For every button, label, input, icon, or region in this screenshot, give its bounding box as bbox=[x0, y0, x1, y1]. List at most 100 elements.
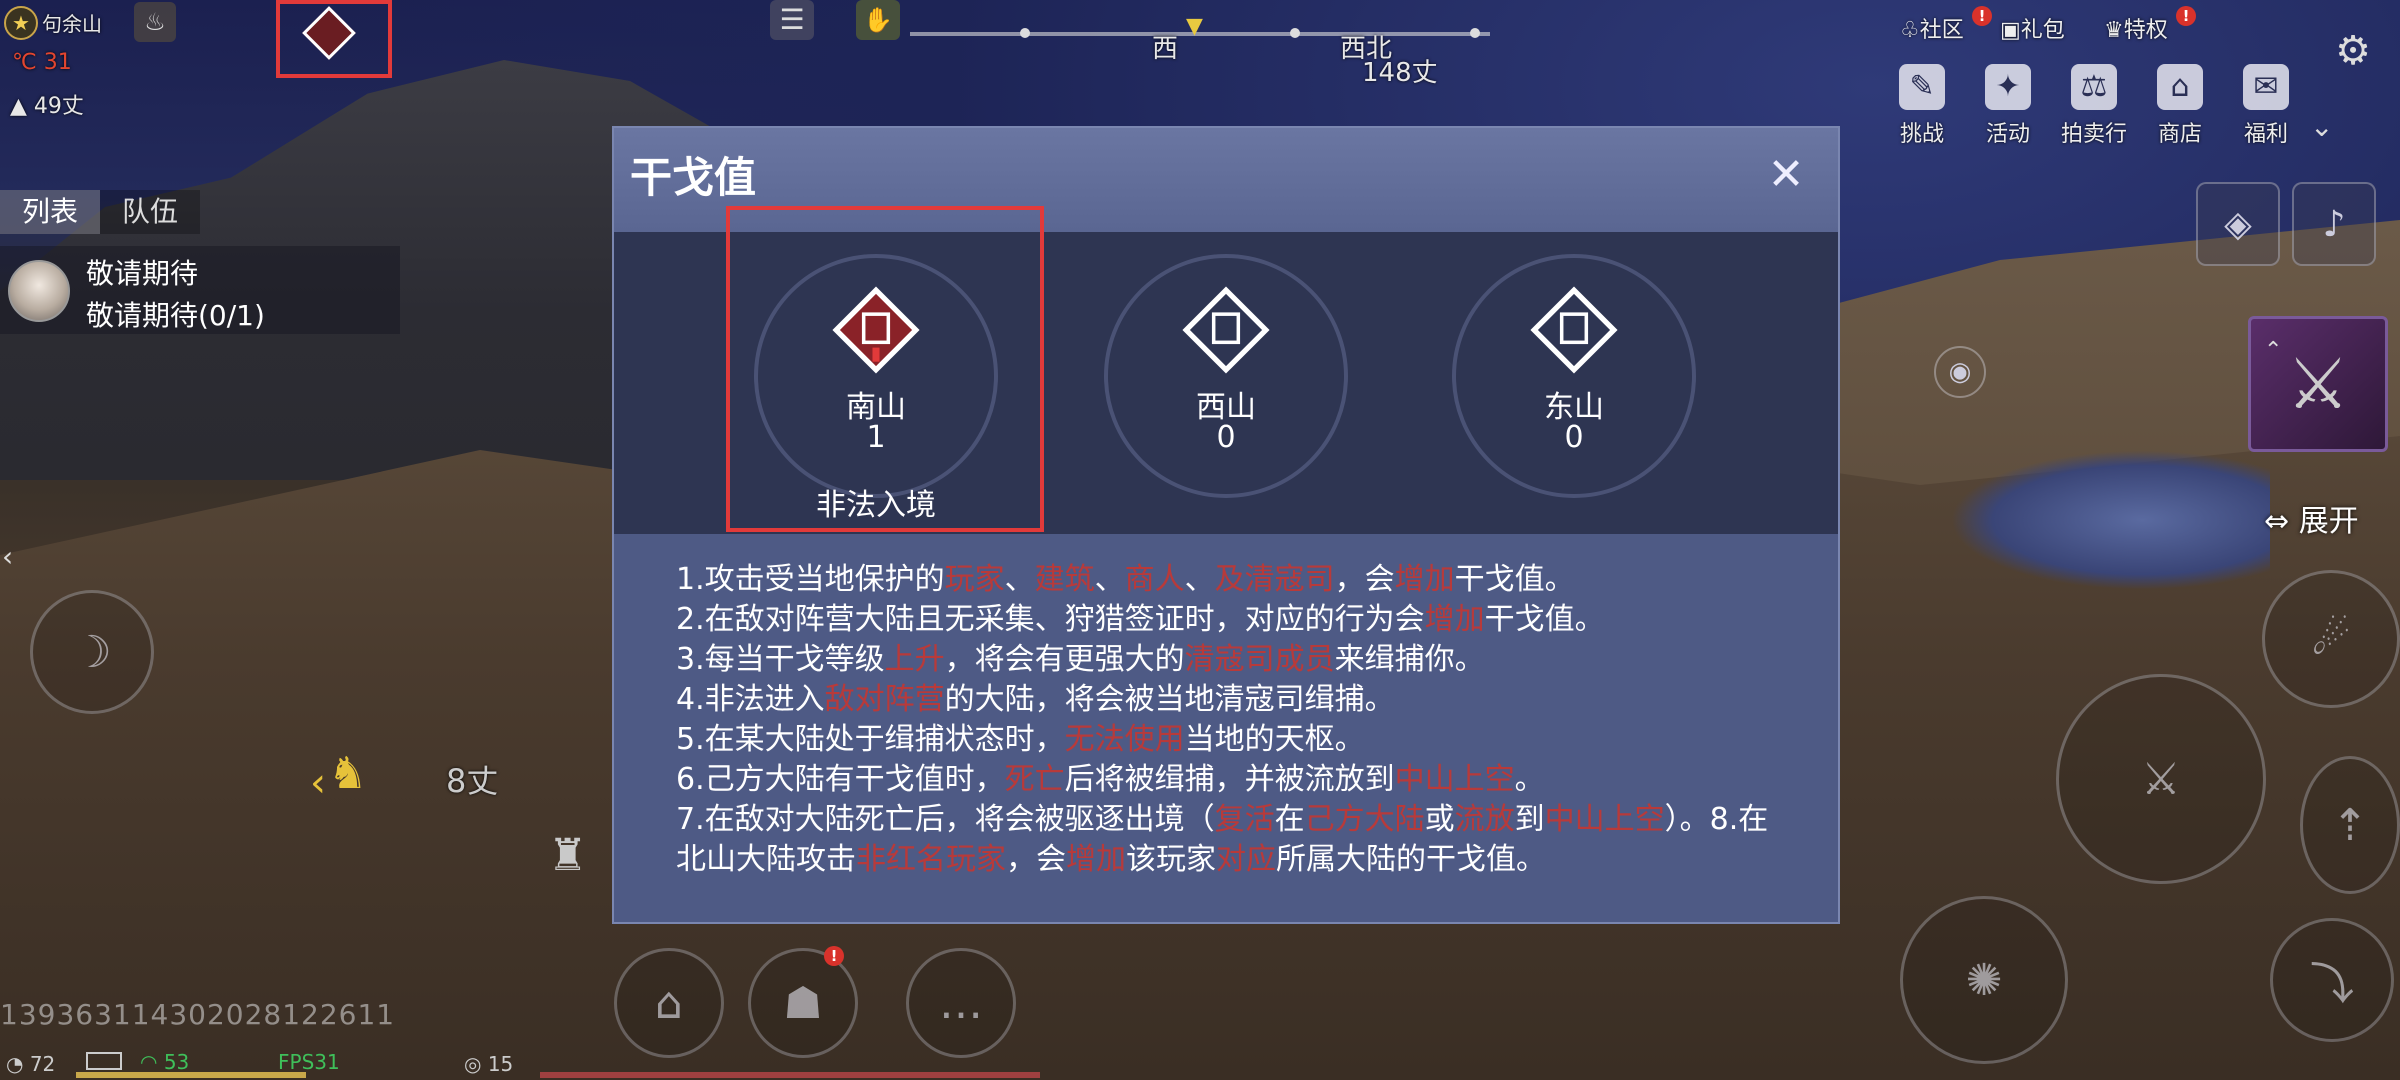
rule-line: 7.在敌对大陆死亡后，将会被驱逐出境（复活在己方大陆或流放到中山上空）。8.在北… bbox=[676, 800, 1786, 880]
whistle-icon[interactable]: ♪ bbox=[2292, 182, 2376, 266]
attack-button[interactable]: ⚔ bbox=[2056, 674, 2266, 884]
shop-icon: ⌂ bbox=[2157, 64, 2203, 110]
rule-text: 干戈值。 bbox=[1454, 562, 1575, 597]
highlight-term: 无法使用 bbox=[1064, 722, 1185, 757]
weapon-slot[interactable]: ⚔ bbox=[2248, 316, 2388, 452]
menu-shop[interactable]: ⌂ 商店 bbox=[2140, 64, 2220, 148]
stamina-bar bbox=[76, 1072, 306, 1078]
rule-text: 到 bbox=[1514, 802, 1545, 837]
location-name: 句余山 bbox=[42, 12, 102, 36]
rule-text: 来缉捕你。 bbox=[1334, 642, 1485, 677]
rule-text: 6.己方大陆有干戈值时， bbox=[676, 762, 1005, 797]
highlight-term: 增加 bbox=[1394, 562, 1455, 597]
highlight-term: 对应 bbox=[1216, 842, 1276, 877]
ping-indicator: ◔ 72 bbox=[6, 1052, 56, 1076]
rule-text: 1.攻击受当地保护的 bbox=[676, 562, 945, 597]
skill-crouch-button[interactable]: ⤵ bbox=[2270, 918, 2394, 1042]
background-skull bbox=[1950, 450, 2270, 590]
menu-welfare[interactable]: ✉ 福利 bbox=[2226, 64, 2306, 148]
menu-activity[interactable]: ✦ 活动 bbox=[1968, 64, 2048, 148]
quest-item[interactable]: 敬请期待 敬请期待(0/1) bbox=[0, 246, 400, 334]
rule-line: 1.攻击受当地保护的玩家、建筑、商人、及清寇司，会增加干戈值。 bbox=[676, 560, 1786, 600]
privilege-link[interactable]: ♛特权 bbox=[2104, 12, 2168, 44]
tab-team[interactable]: 队伍 bbox=[100, 190, 200, 234]
player-id: 1393631143020281226​11 bbox=[0, 998, 396, 1031]
slot-scroll-up-icon[interactable]: ⌃ bbox=[2264, 338, 2282, 363]
menu-auction-label: 拍卖行 bbox=[2060, 122, 2127, 147]
elevation-value: ▲ 49丈 bbox=[10, 94, 84, 119]
fps-indicator: FPS31 bbox=[278, 1050, 340, 1074]
avatar bbox=[8, 260, 70, 322]
marker-distance: 8丈 bbox=[446, 762, 499, 800]
skill-jump-button[interactable]: ⇡ bbox=[2300, 756, 2400, 894]
neutral-emblem-icon bbox=[1182, 286, 1270, 374]
rule-text: 干戈值。 bbox=[1484, 602, 1605, 637]
highlight-term: 中山上空 bbox=[1544, 802, 1665, 837]
hand-icon[interactable]: ✋ bbox=[856, 0, 900, 40]
battery-icon bbox=[86, 1052, 122, 1070]
weapon-skill-button[interactable]: ☽ bbox=[30, 590, 154, 714]
health-bar bbox=[540, 1072, 1040, 1078]
rule-text: 的大陆，将会被当地清寇司缉捕。 bbox=[944, 682, 1395, 717]
tab-list[interactable]: 列表 bbox=[0, 190, 100, 234]
rule-line: 5.在某大陆处于缉捕状态时，无法使用当地的天枢。 bbox=[676, 720, 1786, 760]
chat-button[interactable]: … bbox=[906, 948, 1016, 1058]
highlight-term: 商人 bbox=[1124, 562, 1185, 597]
menu-challenge[interactable]: ✎ 挑战 bbox=[1882, 64, 1962, 148]
community-badge: ! bbox=[1972, 6, 1992, 26]
rule-text: 4.非法进入 bbox=[676, 682, 825, 717]
highlight-term: 玩家 bbox=[944, 562, 1005, 597]
rule-line: 6.己方大陆有干戈值时，死亡后将被缉捕，并被流放到中山上空。 bbox=[676, 760, 1786, 800]
temperature-value: ℃ 31 bbox=[12, 50, 72, 75]
settings-icon[interactable]: ⚙ bbox=[2330, 28, 2376, 74]
compass-distance: 148丈 bbox=[1362, 58, 1438, 88]
privilege-badge: ! bbox=[2176, 6, 2196, 26]
home-button[interactable]: ⌂ bbox=[614, 948, 724, 1058]
bag-button[interactable]: ☗ bbox=[748, 948, 858, 1058]
collapse-arrow-icon[interactable]: ‹ bbox=[2, 540, 13, 573]
beast-marker-icon: ♞ bbox=[328, 748, 368, 799]
expand-menu-chevron-icon[interactable]: ⌄ bbox=[2310, 110, 2333, 143]
neutral-emblem-icon bbox=[1530, 286, 1618, 374]
mount-icon[interactable]: ◈ bbox=[2196, 182, 2280, 266]
region-west[interactable]: 西山 0 bbox=[1104, 254, 1348, 498]
compass-tick bbox=[1470, 28, 1480, 38]
stomach-icon[interactable]: ♨ bbox=[134, 2, 176, 42]
community-link[interactable]: ♧社区 bbox=[1900, 12, 1964, 44]
rule-text: 3.每当干戈等级 bbox=[676, 642, 885, 677]
quest-title: 敬请期待 bbox=[86, 257, 199, 290]
compass-tick bbox=[1290, 28, 1300, 38]
rule-text: 在 bbox=[1274, 802, 1305, 837]
compass-pointer-icon: ▼ bbox=[1186, 14, 1203, 39]
eye-icon[interactable]: ◉ bbox=[1934, 346, 1986, 398]
expand-button[interactable]: ⇔ 展开 bbox=[2264, 496, 2384, 539]
menu-welfare-label: 福利 bbox=[2243, 122, 2288, 147]
highlight-term: 敌对阵营 bbox=[824, 682, 945, 717]
rule-text: ，将会有更强大的 bbox=[944, 642, 1185, 677]
creature-marker-icon: ♜ bbox=[548, 830, 588, 881]
challenge-icon: ✎ bbox=[1899, 64, 1945, 110]
rule-text: 、 bbox=[1184, 562, 1215, 597]
highlight-term: 复活 bbox=[1214, 802, 1275, 837]
rule-text: ，会 bbox=[1006, 842, 1066, 877]
list-menu-icon[interactable]: ☰ bbox=[770, 0, 814, 40]
region-east[interactable]: 东山 0 bbox=[1452, 254, 1696, 498]
special-skill-button[interactable]: ✺ bbox=[1900, 896, 2068, 1064]
quest-progress: 敬请期待(0/1) bbox=[86, 299, 265, 332]
compass-tick bbox=[1020, 28, 1030, 38]
highlight-term: 增加 bbox=[1066, 842, 1126, 877]
close-icon[interactable]: ✕ bbox=[1760, 148, 1812, 200]
menu-auction[interactable]: ⚖ 拍卖行 bbox=[2054, 64, 2134, 148]
rule-text: ，会 bbox=[1334, 562, 1395, 597]
highlight-term: 增加 bbox=[1424, 602, 1485, 637]
region-value: 0 bbox=[1216, 420, 1236, 455]
gift-link[interactable]: ▣礼包 bbox=[2000, 12, 2065, 44]
rule-text: 5.在某大陆处于缉捕状态时， bbox=[676, 722, 1065, 757]
rule-line: 2.在敌对阵营大陆且无采集、狩猎签证时，对应的行为会增加干戈值。 bbox=[676, 600, 1786, 640]
skill-dodge-button[interactable]: ☄ bbox=[2262, 570, 2400, 708]
extra-indicator: ◎ 15 bbox=[464, 1052, 514, 1076]
rule-text: 、 bbox=[1004, 562, 1035, 597]
rule-text: 2.在敌对阵营大陆且无采集、狩猎签证时，对应的行为会 bbox=[676, 602, 1425, 637]
welfare-icon: ✉ bbox=[2243, 64, 2289, 110]
menu-activity-label: 活动 bbox=[1985, 122, 2030, 147]
